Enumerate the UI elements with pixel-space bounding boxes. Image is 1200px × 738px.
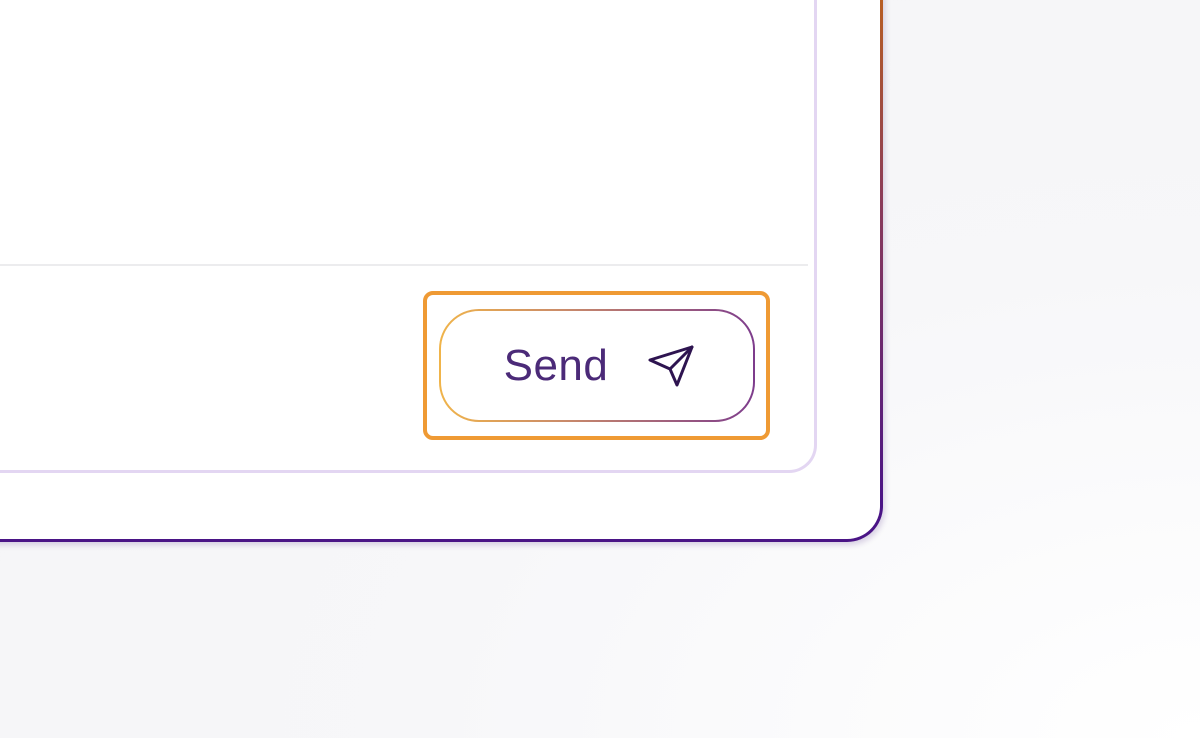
composer-divider bbox=[0, 264, 808, 266]
send-button[interactable]: Send bbox=[439, 309, 755, 422]
send-icon bbox=[646, 343, 696, 389]
send-button-label: Send bbox=[503, 340, 609, 390]
send-button-body[interactable]: Send bbox=[441, 311, 753, 420]
